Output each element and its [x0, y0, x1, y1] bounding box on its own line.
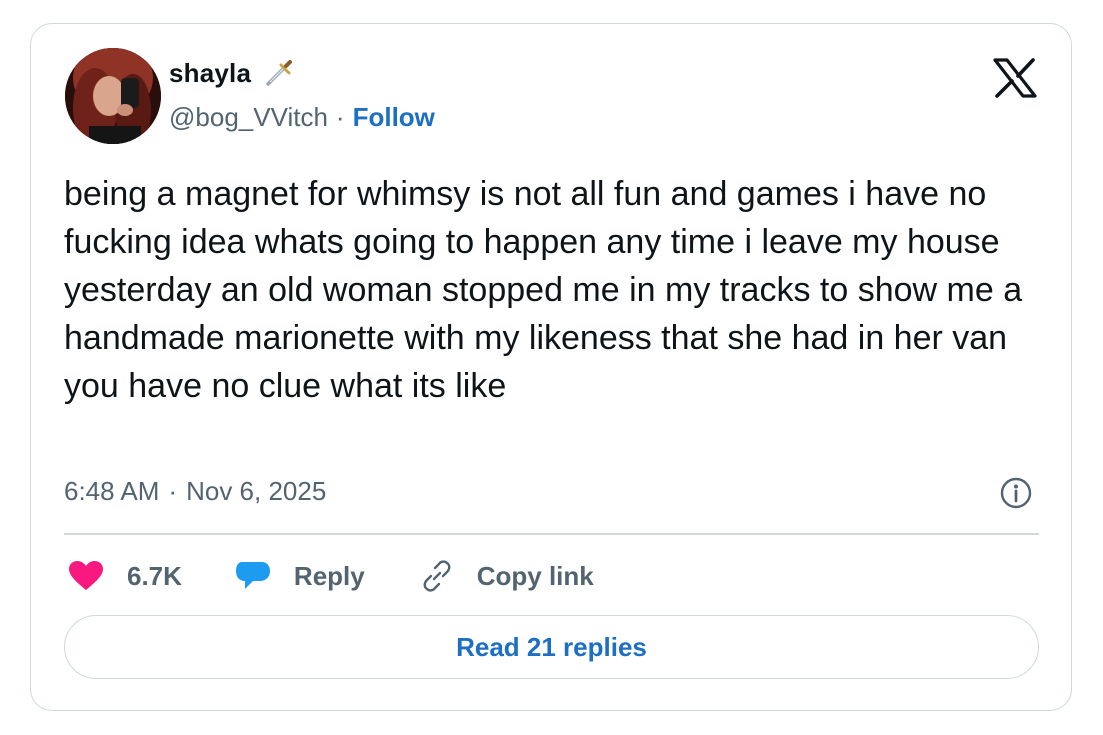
like-button[interactable]: 6.7K	[67, 559, 182, 593]
speech-bubble-icon	[234, 559, 272, 593]
heart-icon	[67, 559, 105, 593]
copy-link-button[interactable]: Copy link	[417, 559, 594, 593]
x-logo-icon[interactable]	[993, 58, 1037, 98]
follow-button[interactable]: Follow	[353, 102, 435, 133]
read-replies-label: Read 21 replies	[456, 631, 647, 662]
author-handle-row: @bog_VVitch · Follow	[169, 102, 435, 133]
tweet-card: shayla @bog_VVitch · Follow being a magn…	[30, 23, 1072, 711]
reply-button[interactable]: Reply	[234, 559, 365, 593]
tweet-time: 6:48 AM	[64, 476, 160, 506]
avatar[interactable]	[65, 48, 161, 144]
tweet-timestamp[interactable]: 6:48 AM · Nov 6, 2025	[64, 476, 326, 507]
tweet-text: being a magnet for whimsy is not all fun…	[64, 175, 1023, 405]
read-replies-button[interactable]: Read 21 replies	[64, 615, 1039, 679]
dagger-icon	[263, 59, 293, 89]
copy-link-label: Copy link	[476, 560, 594, 591]
link-icon	[417, 559, 455, 593]
author-name-row: shayla	[169, 58, 293, 89]
display-name[interactable]: shayla	[169, 58, 251, 89]
divider	[64, 533, 1039, 535]
action-bar: 6.7K Reply Copy link	[67, 554, 646, 598]
separator: ·	[335, 102, 345, 132]
info-icon[interactable]	[999, 476, 1033, 510]
author-handle[interactable]: @bog_VVitch	[169, 102, 328, 133]
separator: ·	[168, 476, 178, 506]
tweet-date: Nov 6, 2025	[186, 476, 327, 506]
like-count: 6.7K	[127, 560, 182, 591]
reply-label: Reply	[293, 560, 365, 591]
avatar-photo	[65, 48, 161, 144]
